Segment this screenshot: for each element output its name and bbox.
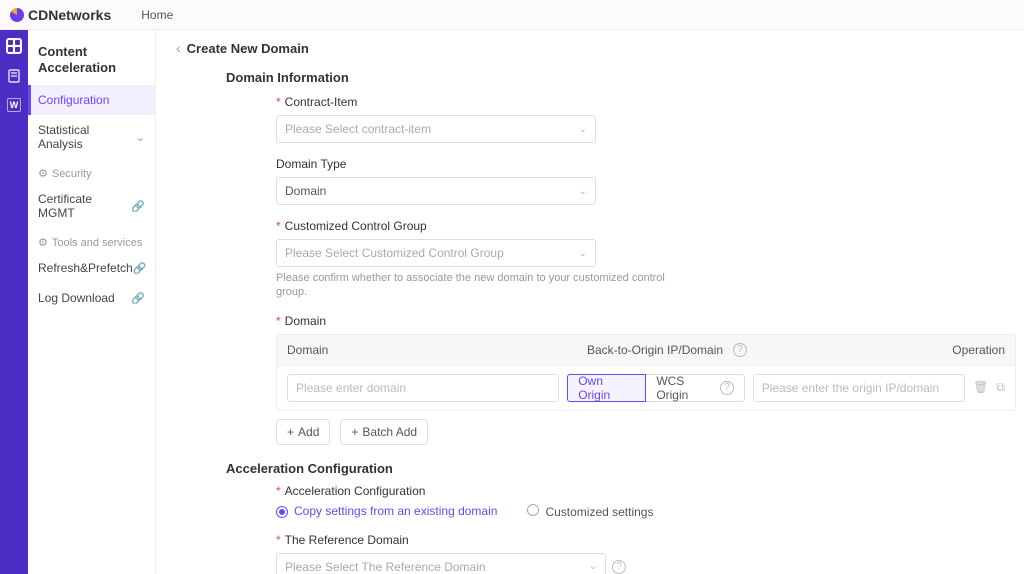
- main-content: ‹ Create New Domain Domain Information *…: [156, 30, 1024, 574]
- apps-icon[interactable]: [6, 38, 22, 54]
- select-domain-type[interactable]: Domain ⌄: [276, 177, 596, 205]
- gear-icon: ⚙: [38, 236, 48, 249]
- select-placeholder: Please Select Customized Control Group: [285, 246, 504, 260]
- chevron-down-icon: ⌄: [579, 186, 587, 197]
- label-accel-config: *Acceleration Configuration: [276, 484, 1004, 498]
- section-domain-info: Domain Information: [226, 70, 1004, 85]
- sidebar-title: Content Acceleration: [28, 38, 155, 85]
- origin-input[interactable]: [753, 374, 965, 402]
- select-placeholder: Please Select contract-item: [285, 122, 431, 136]
- sidebar-item-label: Configuration: [38, 93, 109, 107]
- pill-wcs-origin[interactable]: WCS Origin ?: [646, 374, 744, 402]
- radio-customized[interactable]: Customized settings: [527, 504, 653, 519]
- label-ccg: *Customized Control Group: [276, 219, 1004, 233]
- radio-icon: [527, 504, 539, 516]
- sidebar-heading-tools: ⚙ Tools and services: [28, 228, 155, 253]
- doc-icon[interactable]: [6, 68, 22, 84]
- add-button[interactable]: +Add: [276, 419, 330, 445]
- link-icon: 🔗: [131, 292, 145, 305]
- col-origin: Back-to-Origin IP/Domain ?: [587, 343, 935, 357]
- chevron-down-icon: ⌄: [579, 248, 587, 259]
- nav-home-link[interactable]: Home: [141, 8, 173, 22]
- radio-icon: [276, 506, 288, 518]
- gear-icon: ⚙: [38, 167, 48, 180]
- chevron-down-icon: ⌄: [589, 561, 597, 572]
- batch-add-button[interactable]: +Batch Add: [340, 419, 428, 445]
- topbar: CDNetworks Home: [0, 0, 1024, 30]
- col-domain: Domain: [287, 343, 587, 357]
- pill-own-origin[interactable]: Own Origin: [567, 374, 646, 402]
- sidebar-item-label: Log Download: [38, 291, 115, 305]
- radio-copy-settings[interactable]: Copy settings from an existing domain: [276, 504, 497, 518]
- sidebar-item-certificate[interactable]: Certificate MGMT 🔗: [28, 184, 155, 228]
- label-contract-item: *Contract-Item: [276, 95, 1004, 109]
- plus-icon: +: [351, 425, 358, 439]
- delete-icon[interactable]: 🗑: [973, 380, 988, 395]
- sidebar-item-refresh[interactable]: Refresh&Prefetch 🔗: [28, 253, 155, 283]
- brand-name: CDNetworks: [28, 7, 111, 23]
- select-placeholder: Please Select The Reference Domain: [285, 560, 486, 574]
- accel-radio-group: Copy settings from an existing domain Cu…: [276, 504, 1004, 519]
- label-domain: *Domain: [276, 314, 1004, 328]
- sidebar-heading-security: ⚙ Security: [28, 159, 155, 184]
- label-domain-type: Domain Type: [276, 157, 1004, 171]
- select-contract-item[interactable]: Please Select contract-item ⌄: [276, 115, 596, 143]
- select-value: Domain: [285, 184, 326, 198]
- copy-icon[interactable]: ⧉: [996, 380, 1005, 395]
- domain-input[interactable]: [287, 374, 559, 402]
- sidebar-item-statistical-analysis[interactable]: Statistical Analysis ⌄: [28, 115, 155, 159]
- back-chevron-icon[interactable]: ‹: [176, 40, 181, 56]
- table-header: Domain Back-to-Origin IP/Domain ? Operat…: [277, 335, 1015, 366]
- w-icon[interactable]: W: [7, 98, 21, 112]
- origin-type-toggle: Own Origin WCS Origin ?: [567, 374, 745, 402]
- info-icon[interactable]: ?: [733, 343, 747, 357]
- section-accel-config: Acceleration Configuration: [226, 461, 1004, 476]
- chevron-down-icon: ⌄: [136, 131, 145, 144]
- table-row: Own Origin WCS Origin ? 🗑 ⧉: [277, 366, 1015, 410]
- page-title: Create New Domain: [187, 41, 309, 56]
- chevron-down-icon: ⌄: [579, 124, 587, 135]
- help-ccg: Please confirm whether to associate the …: [276, 271, 696, 300]
- sidebar: Content Acceleration Configuration Stati…: [28, 30, 156, 574]
- sidebar-item-log-download[interactable]: Log Download 🔗: [28, 283, 155, 313]
- label-ref-domain: *The Reference Domain: [276, 533, 1004, 547]
- sidebar-item-label: Certificate MGMT: [38, 192, 131, 220]
- info-icon[interactable]: ?: [720, 381, 733, 395]
- row-operations: 🗑 ⧉: [973, 380, 1005, 395]
- page-header: ‹ Create New Domain: [176, 40, 1004, 64]
- icon-sidebar: W: [0, 30, 28, 574]
- domain-table: Domain Back-to-Origin IP/Domain ? Operat…: [276, 334, 1016, 411]
- link-icon: 🔗: [133, 262, 147, 275]
- col-operation: Operation: [935, 343, 1005, 357]
- select-ccg[interactable]: Please Select Customized Control Group ⌄: [276, 239, 596, 267]
- logo-icon: [10, 8, 24, 22]
- info-icon[interactable]: ?: [612, 560, 626, 574]
- brand-logo: CDNetworks: [10, 7, 111, 23]
- select-reference-domain[interactable]: Please Select The Reference Domain ⌄: [276, 553, 606, 574]
- link-icon: 🔗: [131, 200, 145, 213]
- sidebar-item-label: Refresh&Prefetch: [38, 261, 133, 275]
- sidebar-item-configuration[interactable]: Configuration: [28, 85, 155, 115]
- sidebar-item-label: Statistical Analysis: [38, 123, 136, 151]
- plus-icon: +: [287, 425, 294, 439]
